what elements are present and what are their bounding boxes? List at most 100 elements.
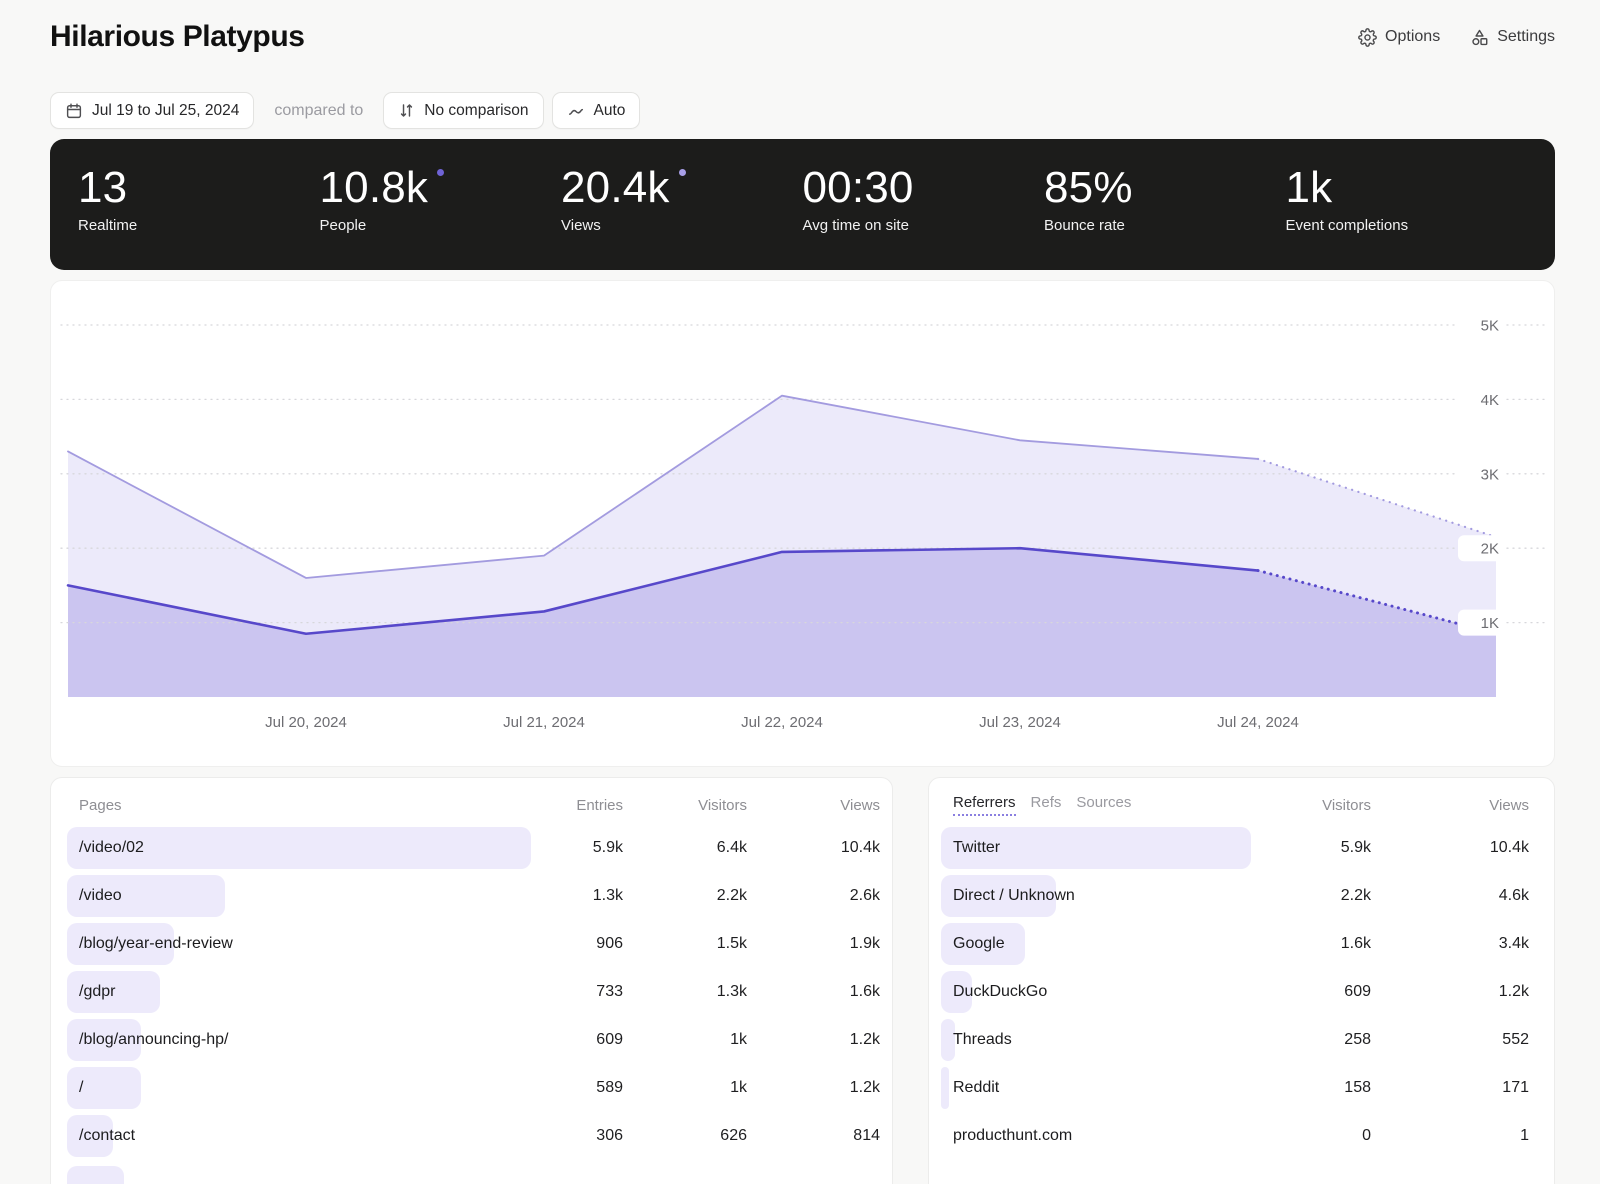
table-row[interactable]: Twitter5.9k10.4k (941, 824, 1529, 872)
stat-realtime[interactable]: 13 Realtime (78, 165, 320, 270)
options-button[interactable]: Options (1358, 28, 1440, 47)
row-visitors: 1k (623, 1031, 747, 1049)
row-visitors: 0 (1251, 1127, 1371, 1145)
filter-row: Jul 19 to Jul 25, 2024 compared to No co… (50, 92, 1555, 129)
stat-value: 10.8k (320, 163, 429, 212)
row-visitors: 1.6k (1251, 935, 1371, 953)
table-row[interactable]: /video1.3k2.2k2.6k (67, 872, 880, 920)
row-visitors: 2.2k (1251, 887, 1371, 905)
row-label-cell: producthunt.com (941, 1115, 1251, 1157)
row-label-cell: Google (941, 923, 1251, 965)
people-series-dot (437, 169, 444, 176)
traffic-chart[interactable]: 1K2K3K4K5KJul 20, 2024Jul 21, 2024Jul 22… (50, 280, 1555, 767)
stat-label: Event completions (1286, 217, 1528, 234)
tab-refs[interactable]: Refs (1031, 794, 1062, 811)
row-label: Google (941, 923, 1251, 965)
row-views: 814 (747, 1127, 880, 1145)
row-label: producthunt.com (941, 1115, 1251, 1157)
ytick-label: 4K (1481, 392, 1499, 409)
page-title: Hilarious Platypus (50, 20, 305, 54)
table-row[interactable]: /5891k1.2k (67, 1064, 880, 1112)
xtick-label: Jul 23, 2024 (979, 714, 1061, 731)
ytick-label: 2K (1481, 541, 1499, 558)
pages-card: Pages Entries Visitors Views /video/025.… (50, 777, 893, 1184)
row-label-cell: /video (67, 875, 531, 917)
date-range-label: Jul 19 to Jul 25, 2024 (92, 102, 239, 120)
stat-value: 13 (78, 163, 127, 212)
table-row[interactable]: /blog/announcing-hp/6091k1.2k (67, 1016, 880, 1064)
top-actions: Options Settings (1358, 28, 1555, 47)
table-row[interactable]: /blog/year-end-review9061.5k1.9k (67, 920, 880, 968)
views-column-header: Views (1371, 797, 1529, 814)
date-range-picker[interactable]: Jul 19 to Jul 25, 2024 (50, 92, 254, 129)
table-row[interactable]: /contact306626814 (67, 1112, 880, 1160)
row-label: /blog/year-end-review (67, 923, 531, 965)
stat-views[interactable]: 20.4k Views (561, 165, 803, 270)
row-label-cell: /contact (67, 1115, 531, 1157)
row-views: 10.4k (1371, 839, 1529, 857)
tab-referrers[interactable]: Referrers (953, 794, 1016, 816)
row-views: 552 (1371, 1031, 1529, 1049)
row-entries: 733 (531, 983, 623, 1001)
calendar-icon (65, 102, 83, 120)
xtick-label: Jul 22, 2024 (741, 714, 823, 731)
table-row[interactable]: Google1.6k3.4k (941, 920, 1529, 968)
row-label: /contact (67, 1115, 531, 1157)
row-views: 4.6k (1371, 887, 1529, 905)
row-label-cell: Twitter (941, 827, 1251, 869)
row-label-cell: DuckDuckGo (941, 971, 1251, 1013)
row-visitors: 6.4k (623, 839, 747, 857)
row-label-cell: / (67, 1067, 531, 1109)
row-label: DuckDuckGo (941, 971, 1251, 1013)
row-label: Threads (941, 1019, 1251, 1061)
row-label-cell: /gdpr (67, 971, 531, 1013)
stat-label: People (320, 217, 562, 234)
stat-label: Bounce rate (1044, 217, 1286, 234)
row-label-cell: Threads (941, 1019, 1251, 1061)
table-row[interactable]: Direct / Unknown2.2k4.6k (941, 872, 1529, 920)
row-views: 1.2k (1371, 983, 1529, 1001)
table-row[interactable]: /video/025.9k6.4k10.4k (67, 824, 880, 872)
stat-people[interactable]: 10.8k People (320, 165, 562, 270)
row-label: / (67, 1067, 531, 1109)
table-row[interactable]: producthunt.com01 (941, 1112, 1529, 1160)
table-row[interactable]: DuckDuckGo6091.2k (941, 968, 1529, 1016)
settings-button[interactable]: Settings (1470, 28, 1555, 47)
row-entries: 1.3k (531, 887, 623, 905)
visitors-column-header: Visitors (623, 797, 747, 814)
row-label-cell: /blog/announcing-hp/ (67, 1019, 531, 1061)
xtick-label: Jul 20, 2024 (265, 714, 347, 731)
row-entries: 306 (531, 1127, 623, 1145)
stat-label: Avg time on site (803, 217, 1045, 234)
visitors-column-header: Visitors (1251, 797, 1371, 814)
stat-bounce-rate[interactable]: 85% Bounce rate (1044, 165, 1286, 270)
interval-button[interactable]: Auto (552, 92, 641, 129)
stat-label: Views (561, 217, 803, 234)
row-views: 3.4k (1371, 935, 1529, 953)
row-views: 1.9k (747, 935, 880, 953)
row-visitors: 1.5k (623, 935, 747, 953)
pages-header: Pages Entries Visitors Views (67, 794, 880, 816)
row-visitors: 609 (1251, 983, 1371, 1001)
comparison-button[interactable]: No comparison (383, 92, 543, 129)
stat-event-completions[interactable]: 1k Event completions (1286, 165, 1528, 270)
tab-sources[interactable]: Sources (1076, 794, 1131, 811)
partial-next-row-bar (67, 1166, 124, 1184)
table-row[interactable]: Threads258552 (941, 1016, 1529, 1064)
ytick-label: 3K (1481, 466, 1499, 483)
stat-value: 85% (1044, 163, 1133, 212)
stat-value: 20.4k (561, 163, 670, 212)
table-row[interactable]: /gdpr7331.3k1.6k (67, 968, 880, 1016)
row-visitors: 158 (1251, 1079, 1371, 1097)
stat-avg-time[interactable]: 00:30 Avg time on site (803, 165, 1045, 270)
row-label: /blog/announcing-hp/ (67, 1019, 531, 1061)
comparison-label: No comparison (424, 102, 528, 120)
compared-to-label: compared to (274, 102, 363, 120)
row-label-cell: /blog/year-end-review (67, 923, 531, 965)
table-row[interactable]: Reddit158171 (941, 1064, 1529, 1112)
row-label-cell: Direct / Unknown (941, 875, 1251, 917)
stat-value: 1k (1286, 163, 1333, 212)
settings-label: Settings (1497, 28, 1555, 46)
row-views: 171 (1371, 1079, 1529, 1097)
breakdown-tables: Pages Entries Visitors Views /video/025.… (50, 777, 1555, 1184)
